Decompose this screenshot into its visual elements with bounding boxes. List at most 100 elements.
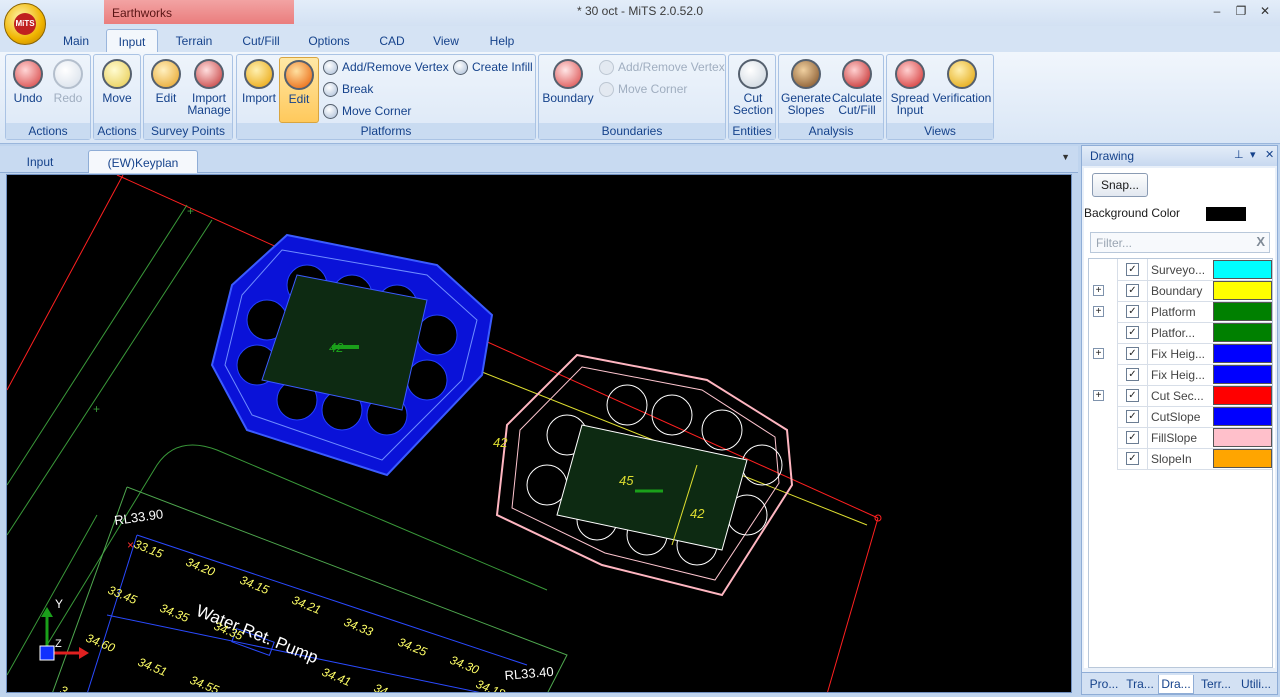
platform-add-remove-vertex-button[interactable]: Add/Remove Vertex: [323, 59, 449, 77]
panel-close-icon[interactable]: ✕: [1265, 148, 1274, 161]
spread-input-button[interactable]: Spread Input: [889, 57, 931, 123]
tab-input[interactable]: Input: [106, 29, 158, 52]
background-color-swatch[interactable]: [1206, 207, 1246, 221]
layer-row[interactable]: ✓ Fix Heig...: [1089, 364, 1272, 385]
layer-color-swatch[interactable]: [1213, 428, 1272, 447]
layer-visibility-checkbox[interactable]: ✓: [1126, 263, 1139, 276]
app-logo-icon: MiTS: [14, 13, 36, 35]
survey-point-marker[interactable]: +: [187, 204, 194, 218]
tab-list-dropdown-icon[interactable]: ▼: [1061, 152, 1070, 162]
boundary-add-remove-vertex-button[interactable]: Add/Remove Vertex: [599, 59, 725, 77]
doc-tab-input[interactable]: Input: [4, 150, 76, 173]
layer-color-swatch[interactable]: [1213, 365, 1272, 384]
boundary-line: [7, 204, 188, 486]
move-button[interactable]: Move: [96, 57, 138, 123]
site-line: [7, 175, 124, 391]
layer-filter-input[interactable]: Filter... X: [1090, 232, 1270, 253]
tab-terrain[interactable]: Terrain: [168, 29, 220, 52]
clear-filter-icon[interactable]: X: [1256, 234, 1265, 249]
redo-button[interactable]: Redo: [48, 57, 88, 123]
layer-color-swatch[interactable]: [1213, 260, 1272, 279]
bottom-tab-properties[interactable]: Pro...: [1086, 675, 1122, 694]
verification-button[interactable]: Verification: [931, 57, 993, 123]
tab-cad[interactable]: CAD: [372, 29, 412, 52]
platform-edit-button[interactable]: Edit: [279, 57, 319, 123]
group-label: Actions: [94, 123, 140, 139]
level-label: 33.15: [132, 537, 165, 561]
expand-icon[interactable]: +: [1093, 348, 1104, 359]
vertex-icon: [599, 60, 614, 75]
layer-row[interactable]: ✓ FillSlope: [1089, 427, 1272, 448]
tab-main[interactable]: Main: [56, 29, 96, 52]
create-infill-button[interactable]: Create Infill: [453, 59, 533, 77]
survey-import-manage-button[interactable]: Import Manage: [186, 57, 232, 123]
minimize-button[interactable]: –: [1206, 2, 1228, 20]
survey-point-marker[interactable]: +: [93, 402, 100, 416]
drawing-canvas[interactable]: 42 45 42 42 RL33.90 RL33.40 Water Ret. P…: [6, 174, 1072, 693]
layer-visibility-checkbox[interactable]: ✓: [1126, 389, 1139, 402]
layer-visibility-checkbox[interactable]: ✓: [1126, 284, 1139, 297]
layer-row[interactable]: + ✓ Platform: [1089, 301, 1272, 322]
panel-title: Drawing: [1090, 149, 1135, 163]
cad-drawing[interactable]: 42 45 42 42 RL33.90 RL33.40 Water Ret. P…: [7, 175, 1072, 693]
level-label: 34.35: [158, 601, 191, 625]
layer-visibility-checkbox[interactable]: ✓: [1126, 368, 1139, 381]
bottom-tab-drawing[interactable]: Dra...: [1158, 675, 1194, 694]
spreadsheet-icon: [895, 59, 925, 89]
boundary-move-corner-button[interactable]: Move Corner: [599, 81, 687, 99]
layer-color-swatch[interactable]: [1213, 407, 1272, 426]
bottom-tab-transform[interactable]: Tra...: [1122, 675, 1158, 694]
layer-visibility-checkbox[interactable]: ✓: [1126, 431, 1139, 444]
expand-icon[interactable]: +: [1093, 390, 1104, 401]
layer-row[interactable]: + ✓ Boundary: [1089, 280, 1272, 301]
bottom-tab-terrain[interactable]: Terr...: [1196, 675, 1236, 694]
boundary-button[interactable]: Boundary: [541, 57, 595, 123]
tab-help[interactable]: Help: [482, 29, 522, 52]
layer-row[interactable]: ✓ SlopeIn: [1089, 448, 1272, 469]
layer-visibility-checkbox[interactable]: ✓: [1126, 305, 1139, 318]
layer-row[interactable]: ✓ Surveyo...: [1089, 259, 1272, 280]
expand-icon[interactable]: +: [1093, 306, 1104, 317]
cut-section-button[interactable]: Cut Section: [731, 57, 775, 123]
layer-color-swatch[interactable]: [1213, 323, 1272, 342]
layer-color-swatch[interactable]: [1213, 386, 1272, 405]
layer-visibility-checkbox[interactable]: ✓: [1126, 326, 1139, 339]
close-button[interactable]: ✕: [1254, 2, 1276, 20]
maximize-button[interactable]: ❐: [1230, 2, 1252, 20]
expand-icon[interactable]: +: [1093, 285, 1104, 296]
tab-options[interactable]: Options: [302, 29, 356, 52]
layer-row[interactable]: ✓ CutSlope: [1089, 406, 1272, 427]
undo-button[interactable]: Undo: [8, 57, 48, 123]
platform-import-button[interactable]: Import: [239, 57, 279, 123]
layer-row[interactable]: + ✓ Cut Sec...: [1089, 385, 1272, 406]
infill-icon: [453, 60, 468, 75]
survey-edit-button[interactable]: Edit: [146, 57, 186, 123]
platform-cut-slope[interactable]: [210, 233, 494, 477]
layer-name: Platform: [1151, 305, 1196, 319]
break-button[interactable]: Break: [323, 81, 373, 99]
tab-cut-fill[interactable]: Cut/Fill: [234, 29, 288, 52]
bottom-tab-utilities[interactable]: Utili...: [1236, 675, 1276, 694]
layer-list: ✓ Surveyo... + ✓ Boundary + ✓ Platform ✓ Platfor.…: [1088, 258, 1273, 668]
layer-visibility-checkbox[interactable]: ✓: [1126, 347, 1139, 360]
layer-visibility-checkbox[interactable]: ✓: [1126, 452, 1139, 465]
tab-view[interactable]: View: [426, 29, 466, 52]
layer-row[interactable]: ✓ Platfor...: [1089, 322, 1272, 343]
calculate-cut-fill-button[interactable]: Calculate Cut/Fill: [831, 57, 883, 123]
layer-visibility-checkbox[interactable]: ✓: [1126, 410, 1139, 423]
platform-fill-slope[interactable]: [495, 353, 794, 597]
generate-slopes-button[interactable]: Generate Slopes: [781, 57, 831, 123]
layer-row[interactable]: + ✓ Fix Heig...: [1089, 343, 1272, 364]
doc-tab-keyplan[interactable]: (EW)Keyplan: [88, 150, 198, 173]
panel-menu-icon[interactable]: ▾: [1250, 148, 1256, 161]
platform-move-corner-button[interactable]: Move Corner: [323, 103, 411, 121]
layer-color-swatch[interactable]: [1213, 281, 1272, 300]
layer-color-swatch[interactable]: [1213, 302, 1272, 321]
layer-color-swatch[interactable]: [1213, 344, 1272, 363]
survey-point-marker[interactable]: ×: [127, 538, 134, 552]
cut-section-icon: [738, 59, 768, 89]
layer-color-swatch[interactable]: [1213, 449, 1272, 468]
pin-icon[interactable]: ⊥: [1234, 148, 1244, 161]
snap-button[interactable]: Snap...: [1092, 173, 1148, 197]
application-menu-button[interactable]: MiTS: [4, 3, 46, 45]
